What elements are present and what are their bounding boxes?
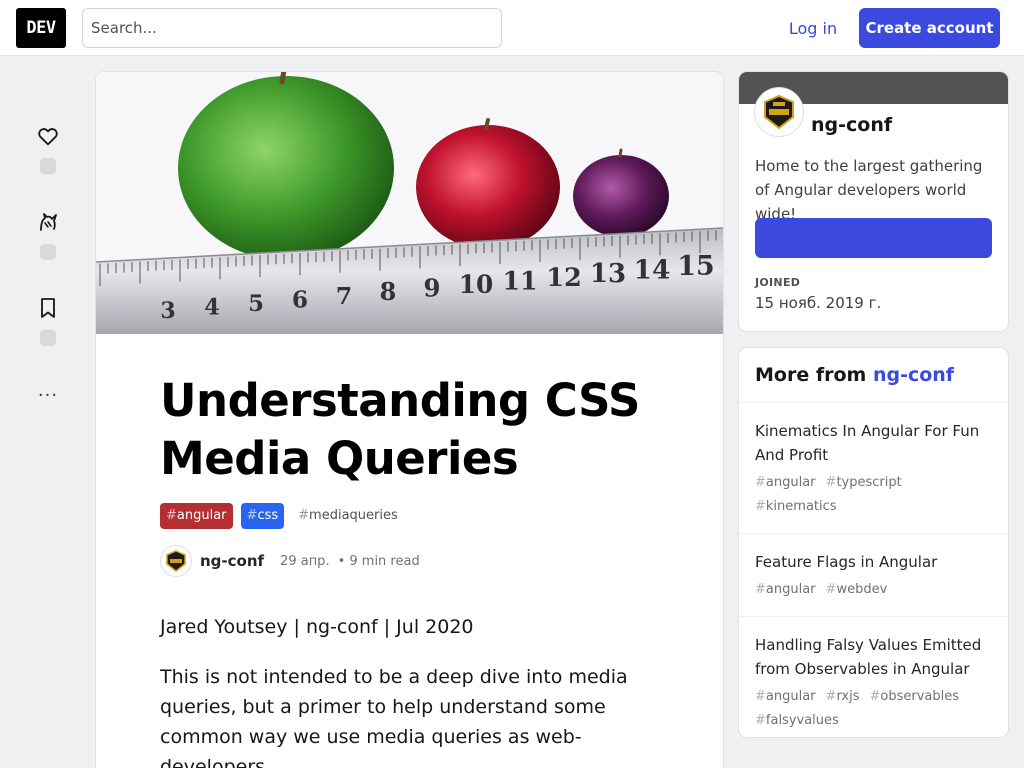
tag-mediaqueries[interactable]: #mediaqueries (292, 503, 404, 529)
heart-icon (38, 128, 58, 146)
org-profile-card: ng-conf Home to the largest gathering of… (739, 72, 1008, 331)
more-options-button[interactable]: ... (32, 380, 64, 401)
tag-link[interactable]: #rxjs (826, 687, 860, 707)
author-name[interactable]: ng-conf (200, 552, 264, 570)
tag-link[interactable]: #observables (870, 687, 960, 707)
tag-link[interactable]: #webdev (826, 580, 888, 600)
more-from-card: More from ng-conf Kinematics In Angular … (739, 348, 1008, 737)
more-item-tags: #angular #typescript #kinematics (755, 473, 992, 517)
ruler-number: 11 (502, 265, 537, 295)
top-header: DEV Log in Create account (0, 0, 1024, 56)
more-from-org-link[interactable]: ng-conf (873, 364, 954, 386)
bookmark-count (40, 330, 56, 346)
like-reaction[interactable] (32, 124, 64, 174)
bookmark-reaction[interactable] (32, 296, 64, 346)
article-tags: #angular #css #mediaqueries (160, 503, 404, 529)
ruler-number: 10 (459, 270, 494, 299)
tag-link[interactable]: #angular (755, 473, 816, 493)
unicorn-icon (40, 213, 57, 231)
ruler-number: 4 (204, 295, 220, 321)
tag-link[interactable]: #angular (755, 580, 816, 600)
author-row: ng-conf 29 апр. • 9 min read (160, 545, 420, 577)
purple-apple (573, 155, 669, 237)
author-avatar[interactable] (160, 545, 192, 577)
ruler-number: 7 (336, 282, 352, 310)
publish-date: 29 апр. (280, 553, 330, 569)
joined-label: JOINED (755, 276, 801, 289)
article-paragraph: This is not intended to be a deep dive i… (160, 666, 628, 768)
joined-date: 15 нояб. 2019 г. (755, 294, 882, 312)
ruler-number: 15 (677, 251, 714, 282)
green-apple (178, 76, 394, 260)
more-item-title[interactable]: Feature Flags in Angular (755, 550, 992, 574)
bookmark-icon (41, 298, 55, 318)
more-from-item[interactable]: Feature Flags in Angular #angular #webde… (739, 534, 1008, 617)
unicorn-count (40, 244, 56, 260)
tag-link[interactable]: #typescript (826, 473, 902, 493)
ruler-number: 3 (160, 298, 175, 324)
create-account-button[interactable]: Create account (859, 8, 1000, 48)
tag-css[interactable]: #css (240, 503, 285, 529)
article-paragraph: Jared Youtsey | ng-conf | Jul 2020 (160, 616, 474, 638)
dev-logo[interactable]: DEV (16, 8, 66, 48)
follow-button[interactable] (755, 218, 992, 258)
more-item-tags: #angular #rxjs #observables #falsyvalues (755, 687, 992, 731)
article-body: Jared Youtsey | ng-conf | Jul 2020 This … (160, 612, 680, 768)
unicorn-reaction[interactable] (32, 210, 64, 260)
article-title: Understanding CSS Media Queries (160, 374, 640, 485)
more-item-tags: #angular #webdev (755, 580, 992, 600)
read-time: • 9 min read (337, 553, 420, 569)
tag-link[interactable]: #kinematics (755, 497, 837, 517)
like-count (40, 158, 56, 174)
org-avatar[interactable] (755, 88, 803, 136)
more-item-title[interactable]: Handling Falsy Values Emitted from Obser… (755, 633, 992, 681)
tag-link[interactable]: #falsyvalues (755, 711, 839, 731)
ruler-number: 8 (380, 277, 397, 306)
ruler-number: 9 (424, 274, 441, 303)
tag-angular[interactable]: #angular (160, 503, 233, 529)
cover-image: 3 4 5 6 7 8 9 10 11 12 13 14 15 (96, 72, 723, 334)
org-description: Home to the largest gathering of Angular… (755, 157, 983, 223)
tag-link[interactable]: #angular (755, 687, 816, 707)
more-item-title[interactable]: Kinematics In Angular For Fun And Profit (755, 419, 992, 467)
ruler-number: 5 (248, 291, 264, 317)
more-from-heading: More from ng-conf (739, 348, 1008, 403)
article-card: 3 4 5 6 7 8 9 10 11 12 13 14 15 Understanding CSS Me… (96, 72, 723, 768)
ruler-number: 14 (634, 255, 671, 286)
ruler-number: 12 (546, 263, 582, 293)
search-input[interactable] (82, 8, 502, 48)
red-apple (416, 125, 560, 249)
org-name[interactable]: ng-conf (811, 114, 892, 136)
login-button[interactable]: Log in (774, 8, 852, 48)
ruler-number: 6 (292, 286, 308, 313)
more-from-item[interactable]: Handling Falsy Values Emitted from Obser… (739, 617, 1008, 737)
ruler-number: 13 (590, 259, 626, 289)
more-from-item[interactable]: Kinematics In Angular For Fun And Profit… (739, 403, 1008, 534)
